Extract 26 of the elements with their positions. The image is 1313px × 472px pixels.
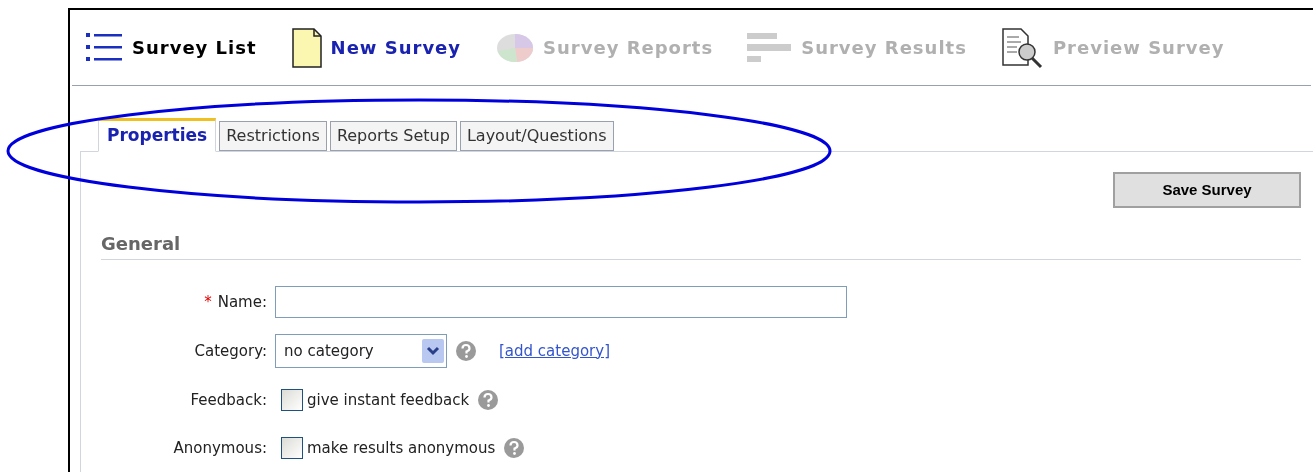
field-label: Anonymous: [173,437,267,459]
checkbox[interactable] [281,389,303,411]
help-icon[interactable] [455,340,477,362]
section-title: General [101,233,181,254]
tab[interactable]: Properties [98,118,217,152]
field-label: Category: [194,340,267,362]
document-icon [290,26,323,69]
checkbox[interactable] [281,437,303,459]
checkbox-label: make results anonymous [307,437,496,459]
checkbox-label: give instant feedback [307,389,470,411]
help-icon[interactable] [503,437,526,459]
field-label: Name: [217,291,267,313]
tab[interactable]: Reports Setup [329,121,457,151]
tab[interactable]: Restrictions [219,121,327,151]
required-asterisk: * [204,291,212,313]
field-label: Feedback: [190,389,267,411]
document-magnifier-icon [1000,26,1045,69]
add-category-link[interactable]: [add category] [499,339,610,363]
category-select[interactable]: no category [275,334,447,368]
toolbar-button[interactable]: New Survey [290,26,462,69]
toolbar-button[interactable]: Survey List [84,29,257,66]
save-survey-button[interactable]: Save Survey [1113,172,1301,208]
name-input[interactable] [275,286,847,318]
help-icon[interactable] [477,389,500,411]
bar-chart-icon [747,30,794,65]
tab[interactable]: Layout/Questions [459,121,614,151]
